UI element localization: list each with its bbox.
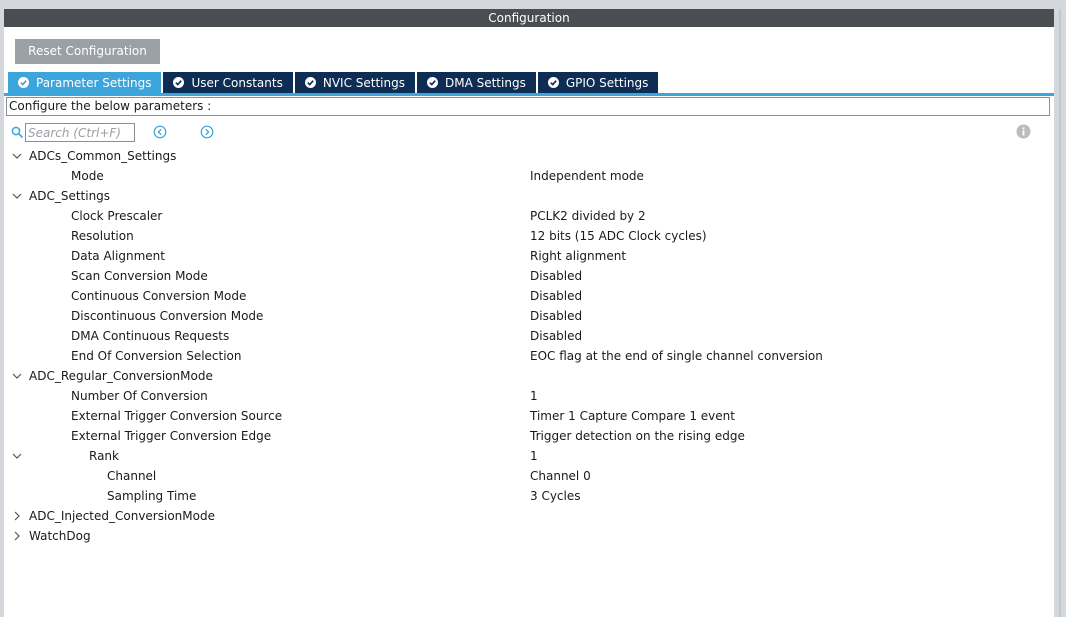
tree-group-adc-injected-conversionmode[interactable]: ADC_Injected_ConversionMode [0, 506, 1050, 526]
param-value[interactable]: 3 Cycles [530, 486, 581, 506]
tree-item[interactable]: Channel Channel 0 [0, 466, 1050, 486]
param-label: External Trigger Conversion Edge [71, 429, 272, 443]
window-top-strip [0, 0, 1066, 9]
check-circle-icon [304, 77, 316, 88]
param-value[interactable]: Right alignment [530, 246, 626, 266]
tree-item[interactable]: Discontinuous Conversion Mode Disabled [0, 306, 1050, 326]
tree-group-rank[interactable]: Rank 1 [0, 446, 1050, 466]
param-value[interactable]: 12 bits (15 ADC Clock cycles) [530, 226, 707, 246]
param-value[interactable]: Disabled [530, 306, 582, 326]
tree-group-adc-settings[interactable]: ADC_Settings [0, 186, 1050, 206]
param-label: Clock Prescaler [71, 209, 163, 223]
parameters-description: Configure the below parameters : [6, 97, 1050, 116]
param-value[interactable]: Disabled [530, 266, 582, 286]
param-label: External Trigger Conversion Source [71, 409, 283, 423]
param-value[interactable]: Timer 1 Capture Compare 1 event [530, 406, 735, 426]
param-value[interactable]: 1 [530, 386, 538, 406]
tab-user-constants[interactable]: User Constants [163, 72, 293, 93]
param-label: End Of Conversion Selection [71, 349, 242, 363]
param-value[interactable]: Disabled [530, 286, 582, 306]
group-label: ADCs_Common_Settings [29, 149, 177, 163]
param-value[interactable]: Channel 0 [530, 466, 591, 486]
param-value[interactable]: Independent mode [530, 166, 644, 186]
tab-underline [4, 93, 1054, 96]
tree-item[interactable]: Continuous Conversion Mode Disabled [0, 286, 1050, 306]
chevron-down-icon[interactable] [12, 451, 22, 461]
info-icon[interactable] [1016, 124, 1031, 139]
param-value[interactable]: EOC flag at the end of single channel co… [530, 346, 823, 366]
param-value[interactable]: Trigger detection on the rising edge [530, 426, 745, 446]
window-scrollbar-track[interactable] [1054, 9, 1066, 617]
tree-item[interactable]: External Trigger Conversion Edge Trigger… [0, 426, 1050, 446]
param-label: Mode [71, 169, 104, 183]
window-title: Configuration [4, 9, 1054, 27]
tree-group-adcs-common-settings[interactable]: ADCs_Common_Settings [0, 146, 1050, 166]
group-label: ADC_Injected_ConversionMode [29, 509, 215, 523]
check-circle-icon [173, 77, 185, 88]
tab-gpio-settings[interactable]: GPIO Settings [537, 72, 659, 93]
param-label: Number Of Conversion [71, 389, 208, 403]
param-label: Channel [107, 469, 157, 483]
param-value[interactable]: 1 [530, 446, 538, 466]
reset-configuration-button[interactable]: Reset Configuration [15, 39, 160, 64]
group-label: ADC_Settings [29, 189, 111, 203]
tree-item[interactable]: Number Of Conversion 1 [0, 386, 1050, 406]
check-circle-icon [547, 77, 559, 88]
chevron-right-icon[interactable] [12, 531, 22, 541]
param-label: Sampling Time [107, 489, 197, 503]
tab-nvic-settings[interactable]: NVIC Settings [294, 72, 415, 93]
tab-parameter-settings[interactable]: Parameter Settings [8, 72, 162, 93]
tree-item[interactable]: Data Alignment Right alignment [0, 246, 1050, 266]
param-label: Discontinuous Conversion Mode [71, 309, 264, 323]
settings-tabs: Parameter Settings User Constants NVIC S… [8, 72, 660, 93]
chevron-down-icon[interactable] [12, 371, 22, 381]
tab-dma-settings[interactable]: DMA Settings [416, 72, 536, 93]
search-icon [11, 126, 24, 139]
group-label: WatchDog [29, 529, 91, 543]
tree-item[interactable]: End Of Conversion Selection EOC flag at … [0, 346, 1050, 366]
chevron-right-circle-icon[interactable] [200, 125, 214, 139]
tree-group-adc-regular-conversionmode[interactable]: ADC_Regular_ConversionMode [0, 366, 1050, 386]
tree-item[interactable]: Scan Conversion Mode Disabled [0, 266, 1050, 286]
param-label: Continuous Conversion Mode [71, 289, 247, 303]
tree-item[interactable]: Clock Prescaler PCLK2 divided by 2 [0, 206, 1050, 226]
param-label: Resolution [71, 229, 134, 243]
tree-item[interactable]: Sampling Time 3 Cycles [0, 486, 1050, 506]
tree-item[interactable]: Resolution 12 bits (15 ADC Clock cycles) [0, 226, 1050, 246]
parameter-tree: ADCs_Common_Settings Mode Independent mo… [0, 146, 1050, 546]
check-circle-icon [426, 77, 438, 88]
param-value[interactable]: Disabled [530, 326, 582, 346]
tab-label: GPIO Settings [565, 75, 649, 90]
tab-label: Parameter Settings [36, 75, 152, 90]
check-circle-icon [18, 77, 29, 88]
param-label: Scan Conversion Mode [71, 269, 208, 283]
tab-label: NVIC Settings [322, 75, 405, 90]
tree-item[interactable]: DMA Continuous Requests Disabled [0, 326, 1050, 346]
param-value[interactable]: PCLK2 divided by 2 [530, 206, 646, 226]
configuration-window: Configuration Reset Configuration Parame… [0, 0, 1066, 617]
chevron-down-icon[interactable] [12, 151, 22, 161]
chevron-right-icon[interactable] [12, 511, 22, 521]
tab-label: DMA Settings [444, 75, 526, 90]
param-label: Data Alignment [71, 249, 165, 263]
param-label: DMA Continuous Requests [71, 329, 230, 343]
group-label: Rank [89, 449, 119, 463]
chevron-down-icon[interactable] [12, 191, 22, 201]
group-label: ADC_Regular_ConversionMode [29, 369, 213, 383]
chevron-left-circle-icon[interactable] [153, 125, 167, 139]
search-input[interactable] [25, 123, 135, 142]
tree-item[interactable]: External Trigger Conversion Source Timer… [0, 406, 1050, 426]
tab-label: User Constants [191, 75, 283, 90]
tree-item[interactable]: Mode Independent mode [0, 166, 1050, 186]
tree-group-watchdog[interactable]: WatchDog [0, 526, 1050, 546]
